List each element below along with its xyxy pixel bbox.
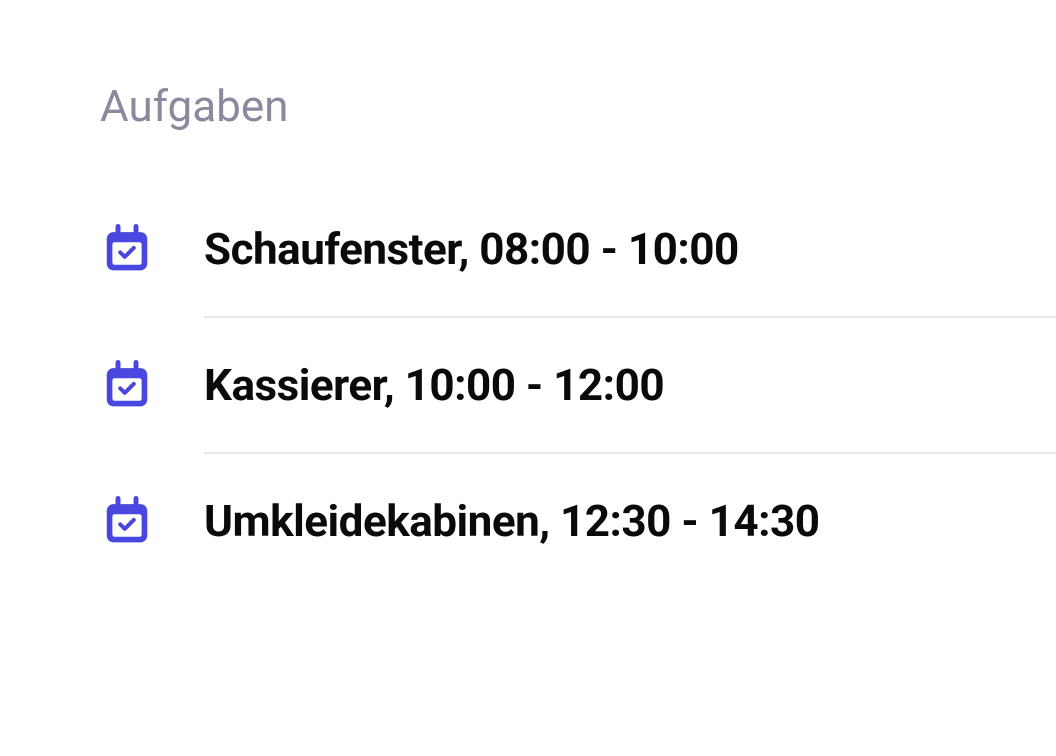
calendar-check-icon (100, 494, 154, 548)
calendar-check-icon (100, 222, 154, 276)
section-title: Aufgaben (100, 80, 1056, 132)
task-item[interactable]: Kassierer, 10:00 - 12:00 (100, 358, 1056, 412)
divider (204, 452, 1056, 454)
task-label: Umkleidekabinen, 12:30 - 14:30 (204, 495, 819, 547)
task-item[interactable]: Schaufenster, 08:00 - 10:00 (100, 222, 1056, 276)
divider (204, 316, 1056, 318)
task-list: Schaufenster, 08:00 - 10:00 Kassierer, 1… (100, 222, 1056, 548)
calendar-check-icon (100, 358, 154, 412)
task-item[interactable]: Umkleidekabinen, 12:30 - 14:30 (100, 494, 1056, 548)
task-label: Schaufenster, 08:00 - 10:00 (204, 223, 739, 275)
task-label: Kassierer, 10:00 - 12:00 (204, 359, 664, 411)
